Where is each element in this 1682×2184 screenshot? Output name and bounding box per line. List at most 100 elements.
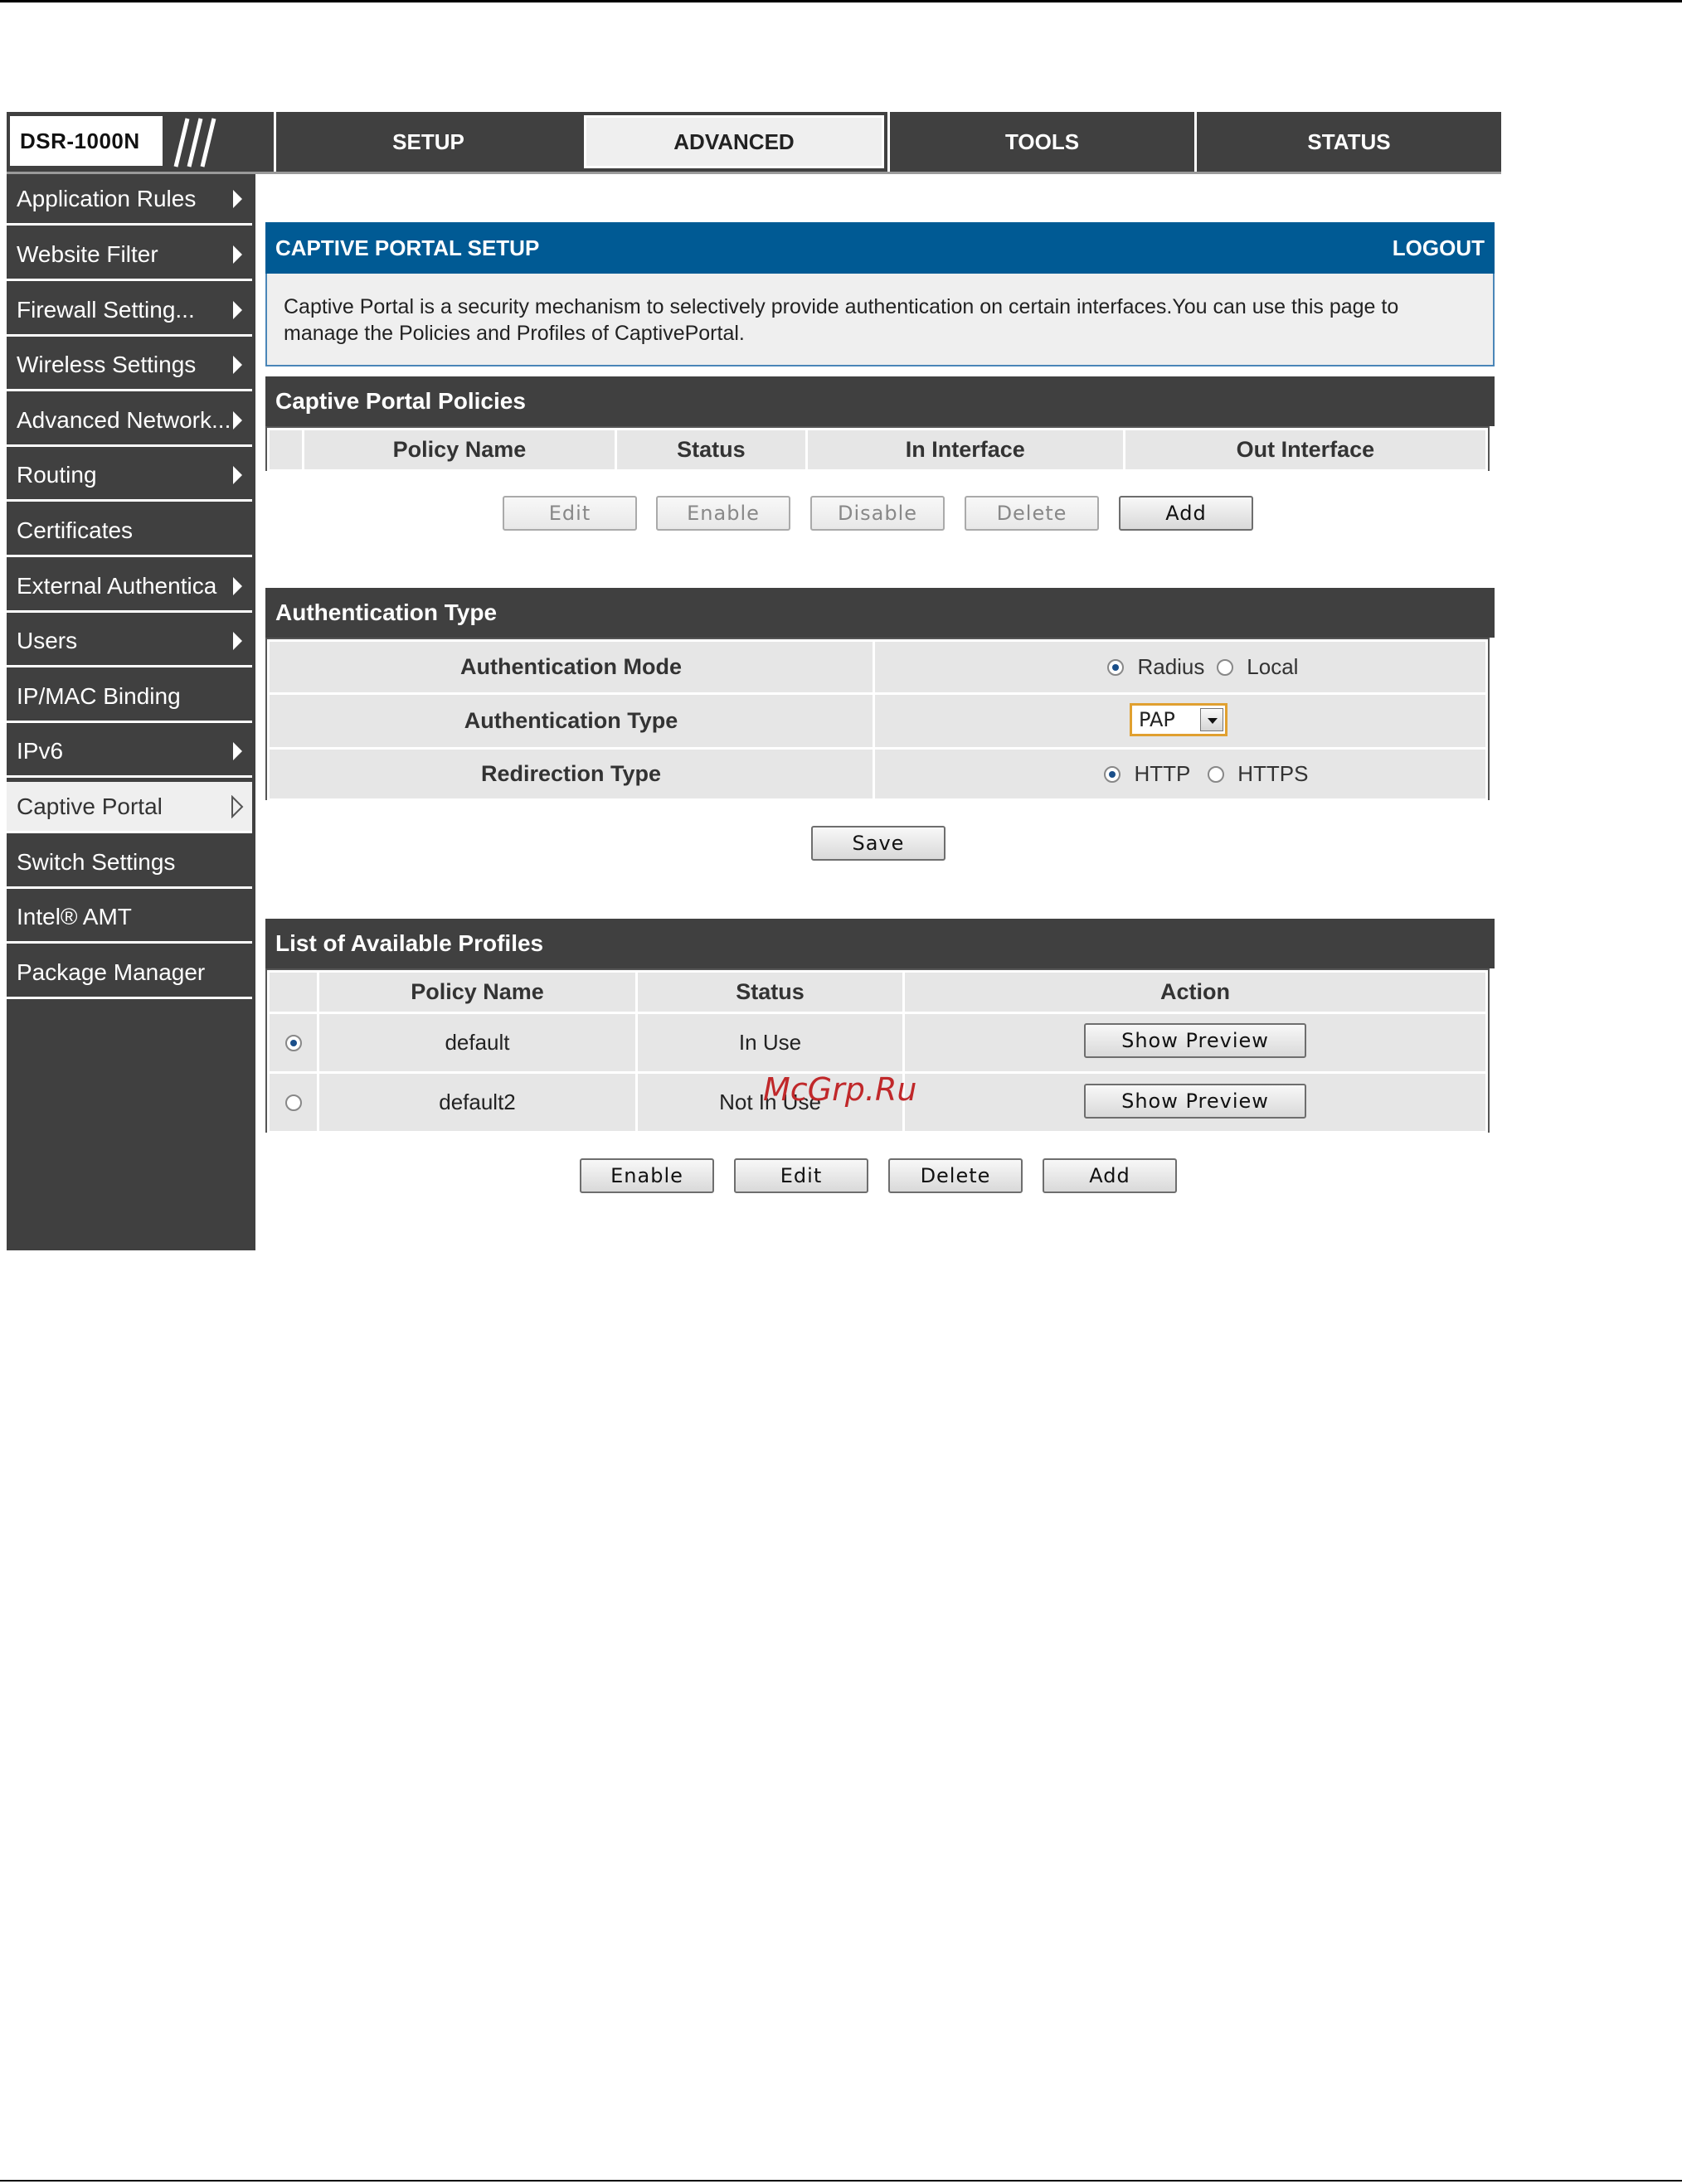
show-preview-button[interactable]: Show Preview: [1084, 1023, 1306, 1058]
policies-col-in-interface: In Interface: [805, 428, 1125, 472]
auth-type-label: Authentication Type: [267, 692, 875, 750]
auth-section-title: Authentication Type: [265, 588, 1495, 638]
chevron-right-icon: [233, 245, 242, 264]
auth-mode-local-radio[interactable]: [1216, 658, 1233, 676]
chevron-right-icon: [233, 576, 242, 595]
top-navigation: DSR-1000N SETUP ADVANCED TOOLS STATUS: [7, 112, 1501, 172]
sidebar-item-label: Captive Portal: [17, 793, 163, 819]
auth-type-value: PAP: [1139, 708, 1175, 731]
auth-mode-radius-radio[interactable]: [1107, 658, 1124, 676]
brand-logo: DSR-1000N: [7, 112, 274, 172]
policy-delete-button[interactable]: Delete: [965, 496, 1099, 531]
sidebar-item-label: Users: [17, 627, 78, 653]
sidebar-item-label: Switch Settings: [17, 848, 176, 875]
bottom-rule: [0, 2180, 1682, 2182]
chevron-right-outline-icon: [231, 794, 244, 818]
policy-add-button[interactable]: Add: [1119, 496, 1253, 531]
profile-select-cell: [267, 1012, 319, 1074]
sidebar-item-label: Package Manager: [17, 959, 206, 985]
redirect-https-radio[interactable]: [1207, 765, 1224, 783]
chevron-right-icon: [233, 631, 242, 650]
redirect-type-options: HTTP HTTPS: [873, 747, 1488, 801]
chevron-right-icon: [233, 741, 242, 760]
tab-advanced[interactable]: ADVANCED: [581, 112, 887, 172]
redirect-type-label: Redirection Type: [267, 747, 875, 801]
page-title: CAPTIVE PORTAL SETUP: [275, 235, 540, 260]
sidebar-item-firewall-settings[interactable]: Firewall Setting...: [7, 285, 252, 337]
policies-section-title: Captive Portal Policies: [265, 376, 1495, 426]
page-description: Captive Portal is a security mechanism t…: [265, 274, 1495, 366]
sidebar-item-advanced-network[interactable]: Advanced Network...: [7, 396, 252, 447]
sidebar-item-switch-settings[interactable]: Switch Settings: [7, 837, 252, 889]
sidebar-item-captive-portal[interactable]: Captive Portal: [7, 782, 252, 833]
sidebar-item-label: Certificates: [17, 517, 134, 543]
captive-portal-header: CAPTIVE PORTAL SETUP LOGOUT: [265, 222, 1495, 274]
sidebar-item-label: Application Rules: [17, 185, 197, 211]
sidebar-item-ipv6[interactable]: IPv6: [7, 726, 252, 778]
chevron-right-icon: [233, 300, 242, 319]
logout-link[interactable]: LOGOUT: [1393, 235, 1485, 261]
profile-select-radio[interactable]: [284, 1034, 302, 1051]
auth-settings-table: Authentication Mode Radius Local Authent…: [265, 638, 1490, 801]
profile-select-cell: [267, 1071, 319, 1133]
profile-status: In Use: [635, 1012, 905, 1074]
profiles-col-select: [267, 970, 319, 1014]
redirect-http-radio[interactable]: [1104, 765, 1121, 783]
profile-delete-button[interactable]: Delete: [888, 1158, 1023, 1193]
profile-enable-button[interactable]: Enable: [580, 1158, 714, 1193]
tab-setup[interactable]: SETUP: [274, 112, 581, 172]
auth-mode-radius-label: Radius: [1137, 654, 1205, 679]
auth-mode-label: Authentication Mode: [267, 639, 875, 695]
auth-mode-local-label: Local: [1247, 654, 1299, 679]
sidebar-item-routing[interactable]: Routing: [7, 450, 252, 502]
sidebar-item-label: IPv6: [17, 737, 64, 764]
show-preview-button[interactable]: Show Preview: [1084, 1084, 1306, 1119]
chevron-right-icon: [233, 189, 242, 208]
sidebar-item-label: Website Filter: [17, 240, 158, 267]
tab-status[interactable]: STATUS: [1194, 112, 1501, 172]
profile-select-radio[interactable]: [284, 1094, 302, 1111]
sidebar-item-website-filter[interactable]: Website Filter: [7, 230, 252, 281]
policies-col-select: [267, 428, 304, 472]
profiles-section-title: List of Available Profiles: [265, 919, 1495, 968]
logo-slashes-icon: [173, 118, 216, 167]
redirect-https-label: HTTPS: [1237, 761, 1309, 786]
policy-edit-button[interactable]: Edit: [503, 496, 637, 531]
policies-col-status: Status: [615, 428, 808, 472]
profile-add-button[interactable]: Add: [1043, 1158, 1177, 1193]
sidebar-item-users[interactable]: Users: [7, 616, 252, 667]
profile-name: default: [317, 1012, 638, 1074]
profile-name: default2: [317, 1071, 638, 1133]
sidebar-item-label: Intel® AMT: [17, 903, 132, 929]
save-button[interactable]: Save: [811, 826, 946, 861]
profiles-col-policy-name: Policy Name: [317, 970, 638, 1014]
sidebar-item-wireless-settings[interactable]: Wireless Settings: [7, 340, 252, 391]
chevron-down-icon[interactable]: [1200, 708, 1223, 731]
profiles-col-action: Action: [902, 970, 1488, 1014]
sidebar-item-certificates[interactable]: Certificates: [7, 506, 252, 557]
sidebar: Application Rules Website Filter Firewal…: [7, 174, 255, 1250]
policy-disable-button[interactable]: Disable: [810, 496, 945, 531]
watermark: McGrp.Ru: [763, 1071, 917, 1108]
sidebar-item-label: IP/MAC Binding: [17, 682, 181, 709]
top-rule: [0, 0, 1682, 2]
sidebar-item-ip-mac-binding[interactable]: IP/MAC Binding: [7, 672, 252, 723]
profiles-col-status: Status: [635, 970, 905, 1014]
policies-col-policy-name: Policy Name: [301, 428, 618, 472]
sidebar-item-label: Firewall Setting...: [17, 296, 195, 323]
sidebar-item-intel-amt[interactable]: Intel® AMT: [7, 892, 252, 944]
auth-mode-options: Radius Local: [873, 639, 1488, 695]
auth-type-select[interactable]: PAP: [1130, 703, 1227, 736]
redirect-http-label: HTTP: [1134, 761, 1191, 786]
tab-tools[interactable]: TOOLS: [887, 112, 1194, 172]
sidebar-item-label: External Authentica: [17, 572, 217, 599]
profile-edit-button[interactable]: Edit: [734, 1158, 868, 1193]
chevron-right-icon: [233, 355, 242, 374]
sidebar-item-external-authentication[interactable]: External Authentica: [7, 561, 252, 613]
policy-enable-button[interactable]: Enable: [656, 496, 790, 531]
sidebar-item-label: Routing: [17, 461, 97, 488]
policies-table: Policy Name Status In Interface Out Inte…: [265, 426, 1490, 472]
sidebar-item-application-rules[interactable]: Application Rules: [7, 174, 252, 226]
chevron-right-icon: [233, 465, 242, 484]
sidebar-item-package-manager[interactable]: Package Manager: [7, 948, 252, 999]
